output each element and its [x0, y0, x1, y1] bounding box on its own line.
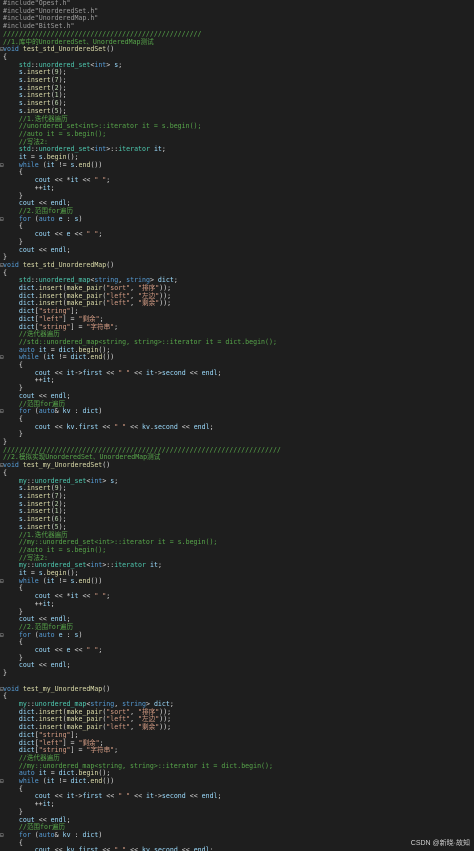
- code-line[interactable]: cout << kv.first << " " << kv.second << …: [0, 846, 474, 851]
- code-text: cout << endl;: [18, 245, 71, 254]
- code-line[interactable]: //auto it = s.begin();: [0, 130, 474, 139]
- code-line[interactable]: dict["string"] = "字符串";: [0, 746, 474, 755]
- code-line[interactable]: my::unordered_set<int> s;: [0, 477, 474, 486]
- code-line[interactable]: ⊟ for (auto e : s): [0, 215, 474, 224]
- code-line[interactable]: cout << it->first << " " << it->second <…: [0, 793, 474, 801]
- code-line[interactable]: s.insert(5);: [0, 523, 474, 532]
- code-line[interactable]: ⊟ void test_std_UnorderedMap(): [0, 260, 474, 270]
- code-line[interactable]: }: [0, 808, 474, 817]
- code-line[interactable]: ⊟ for (auto e : s): [0, 631, 474, 640]
- code-line[interactable]: }: [0, 384, 474, 393]
- code-editor[interactable]: #include"Opesf.h" #include"UnorderedSet.h…: [0, 0, 474, 851]
- code-line[interactable]: //auto it = s.begin();: [0, 546, 474, 555]
- code-line[interactable]: ⊟ void test_my_UnorderedSet(): [0, 461, 474, 470]
- code-line[interactable]: cout << *it << " ";: [0, 176, 474, 185]
- code-line[interactable]: cout << e << " ";: [0, 230, 474, 239]
- code-line[interactable]: ++it;: [0, 600, 474, 609]
- code-text: void test_std_UnorderedMap(): [3, 260, 115, 269]
- code-line[interactable]: }: [0, 192, 474, 201]
- code-line[interactable]: s.insert(1);: [0, 92, 474, 100]
- code-line[interactable]: ++it;: [0, 800, 474, 809]
- code-line[interactable]: ++it;: [0, 377, 474, 385]
- code-line[interactable]: ⊟ while (it != s.end()): [0, 577, 474, 586]
- code-line[interactable]: s.insert(2);: [0, 84, 474, 93]
- code-text: cout << endl;: [18, 661, 71, 670]
- code-line[interactable]: s.insert(2);: [0, 500, 474, 509]
- code-line[interactable]: ⊟ while (it != s.end()): [0, 161, 474, 170]
- code-text: }: [3, 669, 7, 678]
- code-line[interactable]: ⊟ for (auto& kv : dict): [0, 407, 474, 416]
- code-line[interactable]: cout << it->first << " " << it->second <…: [0, 369, 474, 378]
- code-text: void test_my_UnorderedSet(): [3, 461, 111, 470]
- code-line[interactable]: s.insert(9);: [0, 484, 474, 493]
- code-line[interactable]: ⊟ void test_std_UnorderedSet(): [0, 45, 474, 54]
- code-line[interactable]: ⊟ while (it != dict.end()): [0, 353, 474, 362]
- code-line[interactable]: }: [0, 654, 474, 663]
- code-line[interactable]: ++it;: [0, 184, 474, 193]
- code-line[interactable]: s.insert(6);: [0, 99, 474, 108]
- code-line[interactable]: s.insert(1);: [0, 508, 474, 516]
- code-line[interactable]: cout << endl;: [0, 245, 474, 255]
- code-line[interactable]: s.insert(7);: [0, 76, 474, 85]
- code-text: cout << kv.first << " " << kv.second << …: [34, 422, 214, 431]
- code-line[interactable]: }: [0, 669, 474, 678]
- code-line[interactable]: cout << *it << " ";: [0, 592, 474, 601]
- code-text: void test_std_UnorderedSet(): [3, 45, 115, 54]
- code-line[interactable]: }: [0, 238, 474, 247]
- code-text: void test_my_UnorderedMap(): [3, 684, 111, 693]
- code-line[interactable]: }: [0, 431, 474, 439]
- code-text: cout << kv.first << " " << kv.second << …: [34, 846, 214, 851]
- code-line[interactable]: cout << endl;: [0, 662, 474, 670]
- watermark: CSDN @新晓·故知: [410, 840, 470, 847]
- code-line[interactable]: s.insert(7);: [0, 492, 474, 501]
- code-line[interactable]: s.insert(9);: [0, 68, 474, 77]
- code-line[interactable]: }: [0, 608, 474, 617]
- code-line[interactable]: s.insert(6);: [0, 515, 474, 524]
- code-line[interactable]: dict["string"] = "字符串";: [0, 323, 474, 332]
- code-line[interactable]: std::unordered_set<int> s;: [0, 61, 474, 70]
- code-line[interactable]: ⊟ void test_my_UnorderedMap(): [0, 684, 474, 694]
- code-line[interactable]: cout << e << " ";: [0, 646, 474, 655]
- code-line[interactable]: cout << endl;: [0, 392, 474, 401]
- code-line[interactable]: ⊟ while (it != dict.end()): [0, 777, 474, 786]
- code-line[interactable]: s.insert(5);: [0, 107, 474, 116]
- code-line[interactable]: ⊟ for (auto& kv : dict): [0, 831, 474, 840]
- code-line[interactable]: cout << endl;: [0, 816, 474, 825]
- code-line[interactable]: cout << kv.first << " " << kv.second << …: [0, 422, 474, 432]
